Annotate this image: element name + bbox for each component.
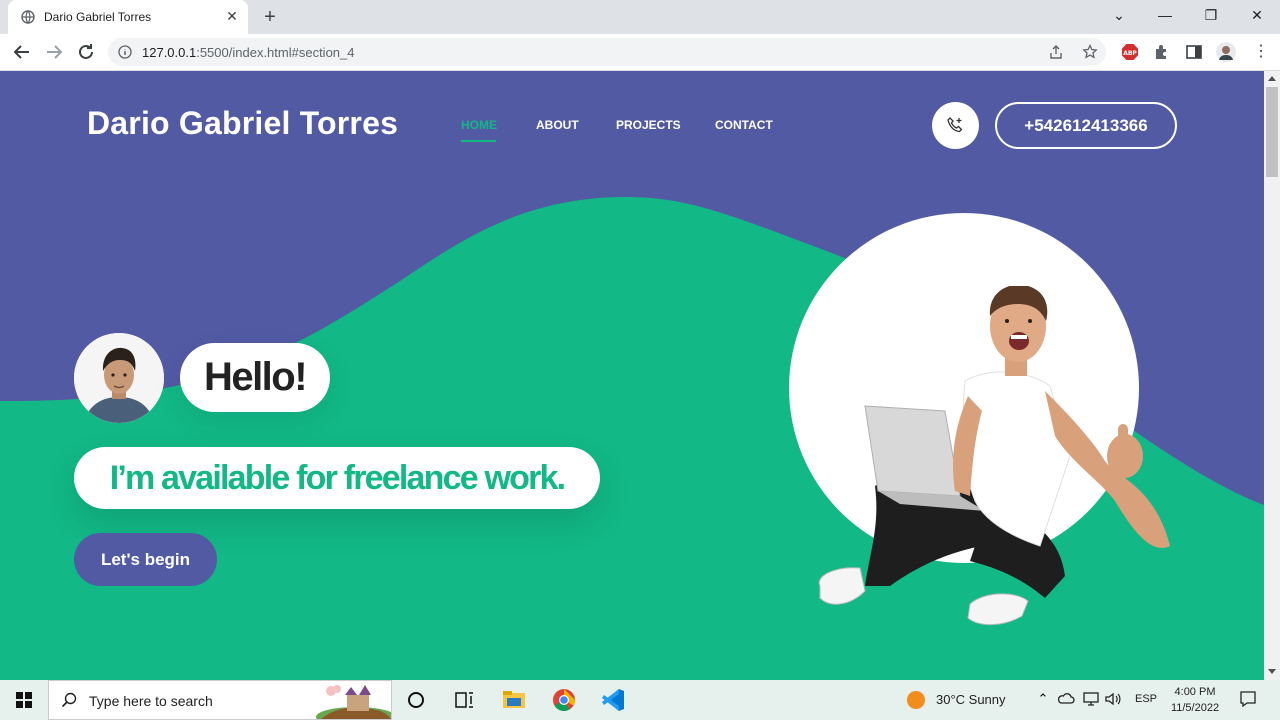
avatar — [74, 333, 164, 423]
back-arrow-icon[interactable] — [10, 40, 34, 64]
url-text[interactable]: 127.0.0.1:5500/index.html#section_4 — [142, 45, 355, 60]
adblock-icon[interactable]: ABP — [1121, 43, 1139, 61]
minimize-icon[interactable]: — — [1142, 0, 1188, 32]
url-host: 127.0.0.1 — [142, 45, 197, 60]
hello-bubble: Hello! — [180, 343, 330, 412]
nav-home[interactable]: HOME — [461, 118, 497, 132]
search-icon — [61, 692, 77, 708]
site-brand[interactable]: Dario Gabriel Torres — [87, 105, 398, 142]
weather-text[interactable]: 30°C Sunny — [936, 692, 1006, 707]
side-panel-icon[interactable] — [1185, 43, 1203, 61]
globe-icon — [21, 10, 35, 24]
nav-active-underline — [461, 140, 496, 142]
browser-tab[interactable]: Dario Gabriel Torres ✕ — [8, 0, 248, 34]
onedrive-cloud-icon[interactable] — [1057, 690, 1075, 708]
tab-search-icon[interactable]: ⌄ — [1096, 0, 1142, 32]
phone-icon — [947, 117, 963, 133]
network-icon[interactable] — [1082, 690, 1100, 708]
phone-number-button[interactable]: +542612413366 — [995, 102, 1177, 149]
restore-icon[interactable]: ❐ — [1188, 0, 1234, 32]
profile-avatar-icon[interactable] — [1216, 42, 1236, 62]
clock-date: 11/5/2022 — [1170, 702, 1220, 714]
cortana-icon[interactable] — [392, 680, 440, 720]
file-explorer-icon[interactable] — [490, 680, 538, 720]
freelance-tagline: I’m available for freelance work. — [74, 447, 600, 509]
nav-projects[interactable]: PROJECTS — [616, 118, 681, 132]
taskbar-search-box[interactable]: Type here to search — [48, 680, 392, 720]
reload-icon[interactable] — [74, 40, 98, 64]
volume-icon[interactable] — [1104, 690, 1122, 708]
notifications-icon[interactable] — [1238, 689, 1258, 709]
browser-menu-icon[interactable]: ⋮ — [1252, 43, 1270, 61]
scroll-down-icon[interactable] — [1268, 669, 1276, 674]
avatar-portrait — [74, 333, 164, 423]
task-view-icon[interactable] — [440, 680, 488, 720]
scroll-up-icon[interactable] — [1268, 76, 1276, 81]
close-tab-icon[interactable]: ✕ — [224, 8, 240, 24]
windows-taskbar: Type here to search 30°C Sunny ⌃ ESP 4:0… — [0, 680, 1280, 720]
nav-about[interactable]: ABOUT — [536, 118, 579, 132]
nav-contact[interactable]: CONTACT — [715, 118, 773, 132]
chrome-icon[interactable] — [540, 680, 588, 720]
show-hidden-icons-chevron-icon[interactable]: ⌃ — [1034, 690, 1052, 708]
share-icon[interactable] — [1048, 44, 1064, 60]
clock-time: 4:00 PM — [1174, 686, 1216, 698]
phone-call-button[interactable] — [932, 102, 979, 149]
new-tab-button[interactable]: + — [260, 7, 280, 27]
bookmark-star-icon[interactable] — [1082, 44, 1098, 60]
info-icon[interactable] — [118, 45, 132, 59]
system-clock[interactable]: 4:00 PM 11/5/2022 — [1160, 684, 1230, 716]
address-bar[interactable]: 127.0.0.1:5500/index.html#section_4 — [108, 38, 1106, 66]
tab-title: Dario Gabriel Torres — [44, 10, 152, 24]
page-scrollbar[interactable] — [1264, 71, 1280, 680]
svg-text:ABP: ABP — [1123, 50, 1137, 57]
forward-arrow-icon[interactable] — [42, 40, 66, 64]
search-highlight-castle-icon — [316, 685, 391, 719]
vscode-icon[interactable] — [589, 680, 637, 720]
page-viewport: Dario Gabriel Torres HOME ABOUT PROJECTS… — [0, 71, 1264, 680]
close-window-icon[interactable]: ✕ — [1234, 0, 1280, 32]
tab-strip: Dario Gabriel Torres ✕ + ⌄ — ❐ ✕ — [0, 0, 1280, 34]
search-placeholder: Type here to search — [89, 693, 213, 709]
url-path: :5500/index.html#section_4 — [196, 45, 355, 60]
extensions-puzzle-icon[interactable] — [1153, 43, 1171, 61]
weather-sun-icon[interactable] — [906, 690, 926, 710]
scroll-thumb[interactable] — [1266, 87, 1278, 177]
lets-begin-button[interactable]: Let's begin — [74, 533, 217, 586]
browser-toolbar: 127.0.0.1:5500/index.html#section_4 ABP … — [0, 34, 1280, 71]
input-language[interactable]: ESP — [1135, 693, 1157, 705]
hero-person-illustration — [818, 286, 1170, 625]
windows-start-icon[interactable] — [0, 680, 48, 720]
